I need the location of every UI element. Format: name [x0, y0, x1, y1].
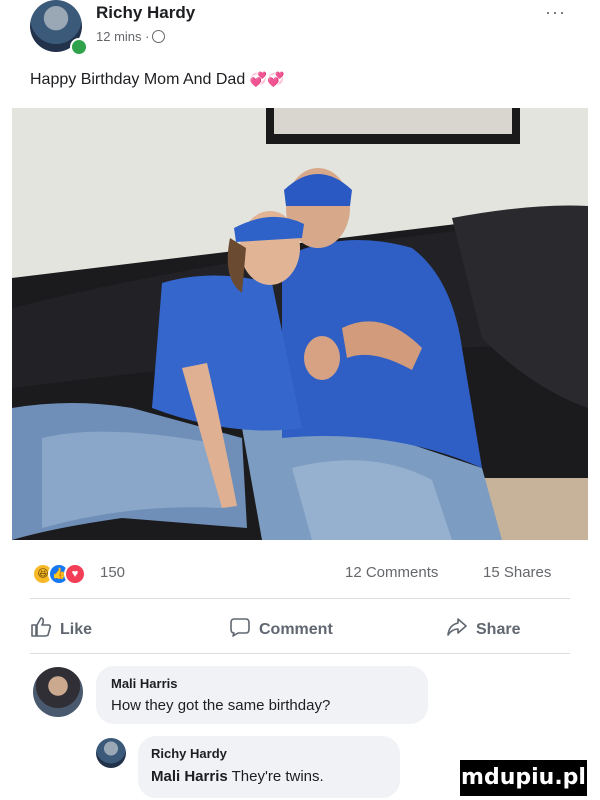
- post-actions: Like Comment Share: [0, 610, 600, 648]
- online-status-icon: [70, 38, 88, 56]
- watermark-logo: mdupiu.pl: [460, 760, 587, 796]
- love-icon: ♥: [64, 563, 86, 585]
- comment-bubble-icon: [230, 618, 250, 637]
- share-arrow-icon: [447, 618, 467, 636]
- reply-author-avatar[interactable]: [96, 738, 126, 768]
- reply-text: Mali Harris They're twins.: [151, 768, 324, 785]
- share-button[interactable]: Share: [446, 616, 520, 639]
- comment-item: Mali Harris How they got the same birthd…: [0, 660, 600, 730]
- comment-button[interactable]: Comment: [229, 616, 333, 639]
- comment-author[interactable]: Mali Harris: [111, 676, 177, 691]
- mention-link[interactable]: Mali Harris: [151, 768, 228, 785]
- post-message: Happy Birthday Mom And Dad: [30, 71, 246, 88]
- thumbs-up-icon: [31, 617, 52, 637]
- like-button[interactable]: Like: [30, 616, 92, 639]
- comment-text: How they got the same birthday?: [111, 697, 331, 714]
- heart-emoji-icon: 💞💞: [249, 71, 285, 87]
- shares-count[interactable]: 15 Shares: [483, 564, 551, 581]
- reply-bubble: Richy Hardy Mali Harris They're twins.: [138, 736, 400, 798]
- post-time[interactable]: 12 mins ·: [96, 29, 149, 44]
- comment-bubble: Mali Harris How they got the same birthd…: [96, 666, 428, 724]
- like-label: Like: [60, 621, 93, 638]
- post-photo[interactable]: [12, 108, 588, 540]
- globe-icon: [152, 30, 166, 43]
- author-name[interactable]: Richy Hardy: [96, 3, 195, 23]
- reaction-icons[interactable]: 😆 👍 ♥: [32, 563, 86, 585]
- couple-photo-image: [12, 108, 588, 540]
- divider: [30, 653, 570, 654]
- post-text: Happy Birthday Mom And Dad 💞💞: [30, 71, 285, 89]
- comments-count[interactable]: 12 Comments: [345, 564, 438, 581]
- more-options-button[interactable]: ···: [545, 2, 566, 23]
- divider: [30, 598, 570, 599]
- reply-message: They're twins.: [231, 768, 324, 785]
- commenter-avatar[interactable]: [33, 667, 83, 717]
- reaction-count[interactable]: 150: [100, 564, 125, 581]
- reply-author[interactable]: Richy Hardy: [151, 746, 227, 761]
- reactions-summary: 😆 👍 ♥ 150 12 Comments 15 Shares: [0, 553, 600, 589]
- post-header: Richy Hardy 12 mins · ···: [0, 0, 600, 60]
- comment-label: Comment: [259, 621, 333, 638]
- share-label: Share: [476, 621, 521, 638]
- post-meta: 12 mins ·: [96, 29, 166, 44]
